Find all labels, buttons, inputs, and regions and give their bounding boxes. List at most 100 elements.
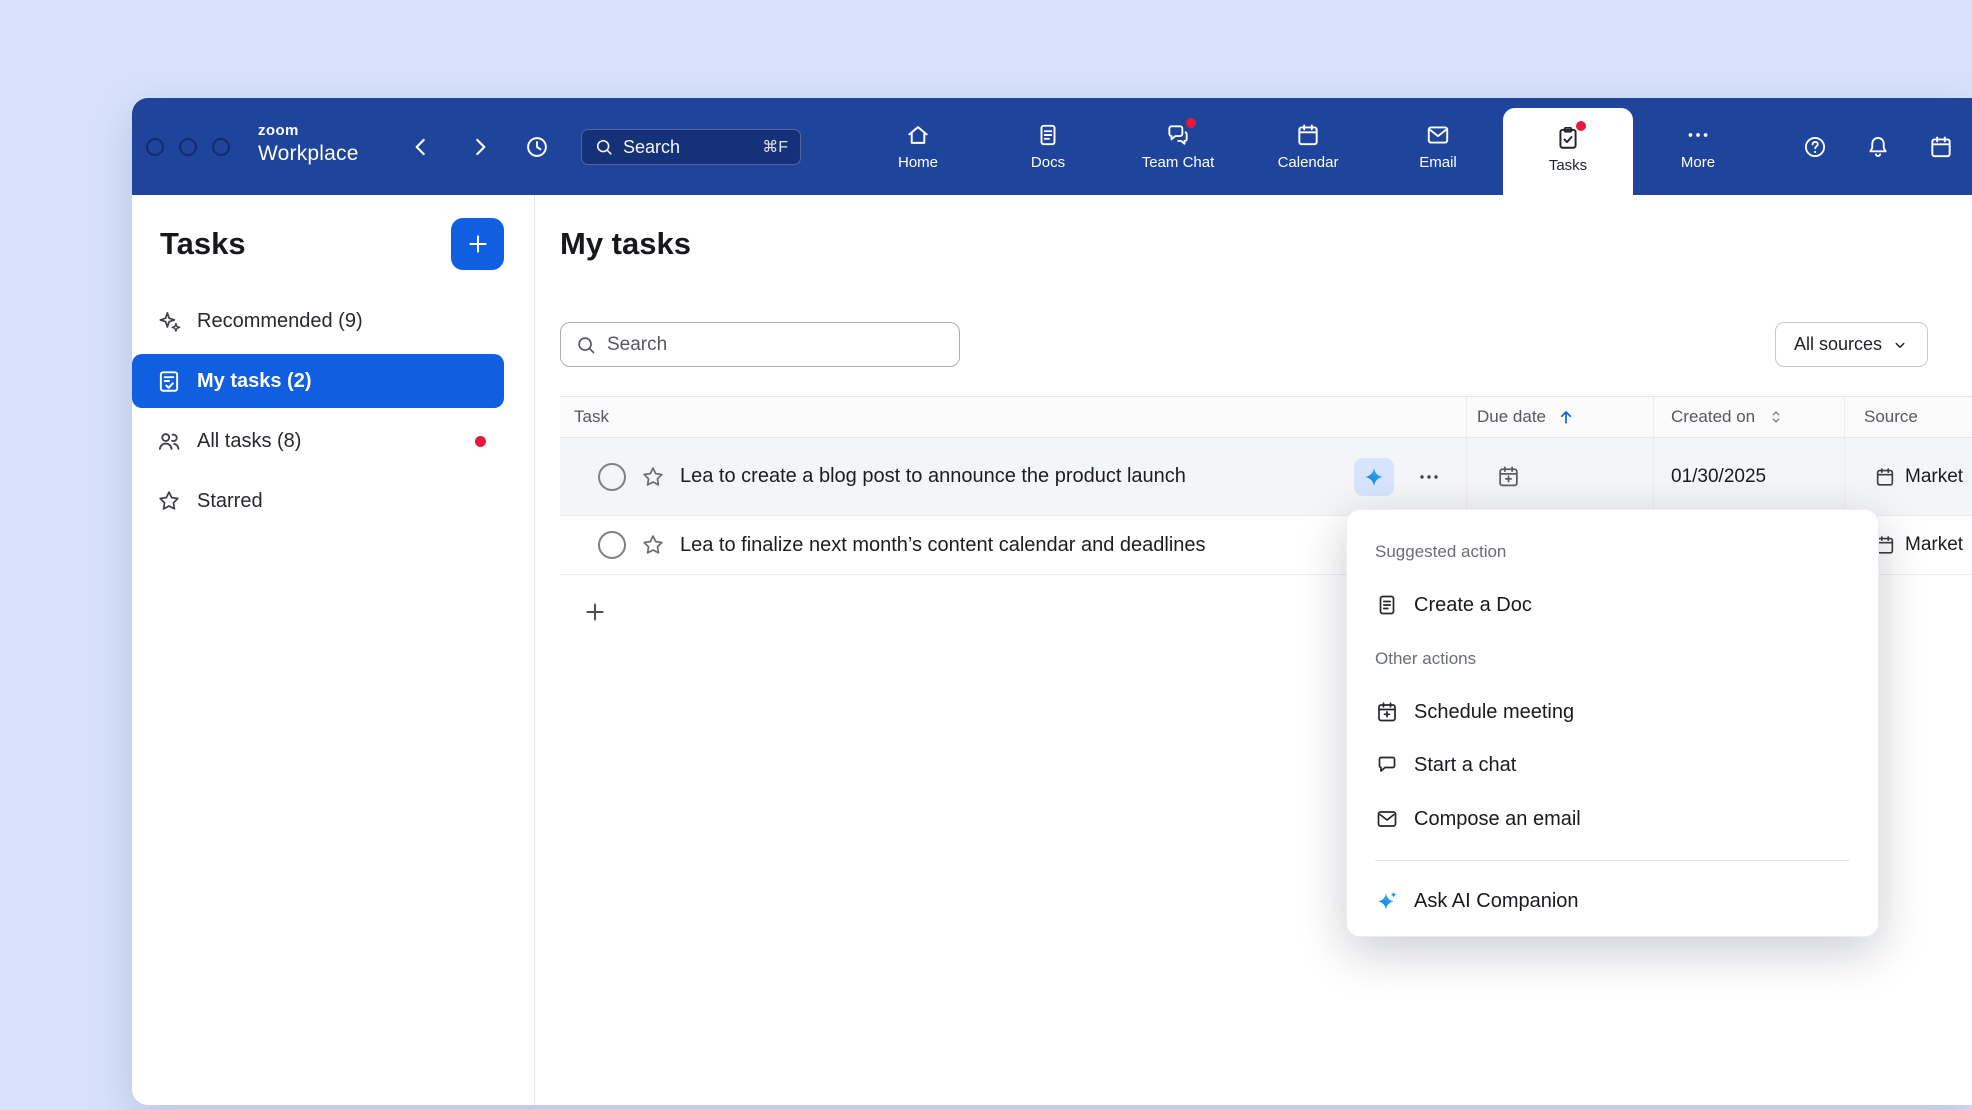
menu-item-schedule-meeting[interactable]: Schedule meeting	[1375, 696, 1850, 728]
task-title: Lea to finalize next month’s content cal…	[680, 534, 1206, 557]
ellipsis-icon	[1417, 465, 1441, 489]
nav-more[interactable]: More	[1633, 98, 1763, 195]
nav-email[interactable]: Email	[1373, 98, 1503, 195]
table-header: Task Due date Created on Source	[560, 396, 1972, 438]
source-filter-dropdown[interactable]: All sources	[1775, 322, 1928, 367]
column-header-source[interactable]: Source	[1844, 397, 1972, 437]
task-search-input[interactable]	[607, 334, 945, 356]
chevron-left-icon	[408, 134, 434, 160]
sidebar-title: Tasks	[160, 226, 246, 262]
source-label: Market	[1905, 466, 1963, 488]
sidebar-item-label: Starred	[197, 490, 263, 513]
menu-item-create-doc[interactable]: Create a Doc	[1375, 589, 1850, 621]
topbar-right-actions	[1802, 134, 1954, 160]
search-icon	[575, 334, 597, 356]
zoom-workplace-logo: zoom Workplace	[258, 123, 359, 164]
source-filter-label: All sources	[1794, 334, 1882, 355]
team-chat-icon	[1165, 122, 1191, 148]
history-button[interactable]	[524, 134, 550, 160]
calendar-icon	[1874, 466, 1896, 488]
more-actions-button[interactable]	[1416, 464, 1442, 490]
ai-companion-button[interactable]	[1354, 458, 1394, 496]
sidebar-item-label: My tasks (2)	[197, 370, 312, 393]
help-icon	[1802, 134, 1828, 160]
window-controls	[146, 138, 230, 156]
clock-icon	[524, 134, 550, 160]
nav-team-chat[interactable]: Team Chat	[1113, 98, 1243, 195]
sparkle-icon	[156, 308, 182, 334]
all-tasks-notification-dot	[475, 436, 486, 447]
task-search-field[interactable]	[560, 322, 960, 367]
menu-section-other: Other actions	[1375, 649, 1476, 669]
calendar-icon	[1295, 122, 1321, 148]
email-icon	[1425, 122, 1451, 148]
window-minimize-button[interactable]	[179, 138, 197, 156]
source-cell: Market	[1844, 438, 1972, 515]
sort-toggle-icon[interactable]	[1767, 408, 1785, 426]
column-header-created-on[interactable]: Created on	[1653, 397, 1844, 437]
task-title: Lea to create a blog post to announce th…	[680, 465, 1186, 488]
task-row-1[interactable]: Lea to create a blog post to announce th…	[560, 438, 1972, 516]
help-button[interactable]	[1802, 134, 1828, 160]
star-icon[interactable]	[640, 464, 666, 490]
window-close-button[interactable]	[146, 138, 164, 156]
sidebar-item-starred[interactable]: Starred	[132, 474, 504, 528]
sidebar-item-recommended[interactable]: Recommended (9)	[132, 294, 504, 348]
plus-icon	[582, 599, 608, 625]
email-icon	[1375, 807, 1399, 831]
created-on-cell: 01/30/2025	[1653, 438, 1844, 515]
sidebar-item-all-tasks[interactable]: All tasks (8)	[132, 414, 504, 468]
menu-section-suggested: Suggested action	[1375, 542, 1506, 562]
doc-icon	[1375, 593, 1399, 617]
home-icon	[905, 122, 931, 148]
back-button[interactable]	[408, 134, 434, 160]
column-header-task[interactable]: Task	[560, 407, 1466, 427]
sidebar-item-my-tasks[interactable]: My tasks (2)	[132, 354, 504, 408]
notifications-button[interactable]	[1865, 134, 1891, 160]
page-title: My tasks	[560, 226, 691, 262]
sidebar: Tasks Recommended (9) My tasks (2)	[132, 195, 535, 1105]
ai-sparkle-icon	[1375, 889, 1399, 913]
bell-icon	[1865, 134, 1891, 160]
chevron-down-icon	[1891, 336, 1909, 354]
chat-bubble-icon	[1375, 753, 1399, 777]
search-icon	[594, 137, 614, 157]
new-task-button[interactable]	[451, 218, 504, 270]
calendar-quick-button[interactable]	[1928, 134, 1954, 160]
search-shortcut: ⌘F	[762, 137, 788, 157]
topbar: zoom Workplace Search ⌘F Home	[132, 98, 1972, 195]
menu-item-ask-ai-companion[interactable]: Ask AI Companion	[1375, 885, 1850, 917]
nav-home[interactable]: Home	[853, 98, 983, 195]
add-task-button[interactable]	[582, 599, 608, 625]
tasks-notification-dot	[1576, 121, 1586, 131]
workplace-wordmark: Workplace	[258, 143, 359, 164]
plus-icon	[465, 231, 491, 257]
nav-tasks[interactable]: Tasks	[1503, 108, 1633, 195]
task-complete-checkbox[interactable]	[598, 463, 626, 491]
global-search-placeholder: Search	[623, 137, 680, 158]
menu-item-compose-email[interactable]: Compose an email	[1375, 803, 1850, 835]
star-icon[interactable]	[640, 532, 666, 558]
primary-navigation: Home Docs Team Chat Calendar	[853, 98, 1763, 195]
sort-ascending-icon[interactable]	[1556, 407, 1576, 427]
chevron-right-icon	[467, 134, 493, 160]
sidebar-item-label: All tasks (8)	[197, 430, 301, 453]
column-header-due-date[interactable]: Due date	[1466, 397, 1653, 437]
ai-sparkle-icon	[1363, 466, 1385, 488]
tasks-icon	[1555, 125, 1581, 151]
calendar-icon	[1928, 134, 1954, 160]
global-search-input[interactable]: Search ⌘F	[581, 129, 801, 165]
due-date-cell	[1466, 438, 1653, 515]
nav-docs[interactable]: Docs	[983, 98, 1113, 195]
docs-icon	[1035, 122, 1061, 148]
menu-item-start-chat[interactable]: Start a chat	[1375, 749, 1850, 781]
sidebar-item-label: Recommended (9)	[197, 310, 363, 333]
task-actions-menu: Suggested action Create a Doc Other acti…	[1346, 509, 1879, 937]
zoom-wordmark: zoom	[258, 123, 359, 138]
forward-button[interactable]	[467, 134, 493, 160]
nav-calendar[interactable]: Calendar	[1243, 98, 1373, 195]
my-tasks-icon	[156, 368, 182, 394]
window-zoom-button[interactable]	[212, 138, 230, 156]
task-complete-checkbox[interactable]	[598, 531, 626, 559]
add-due-date-button[interactable]	[1496, 464, 1521, 489]
